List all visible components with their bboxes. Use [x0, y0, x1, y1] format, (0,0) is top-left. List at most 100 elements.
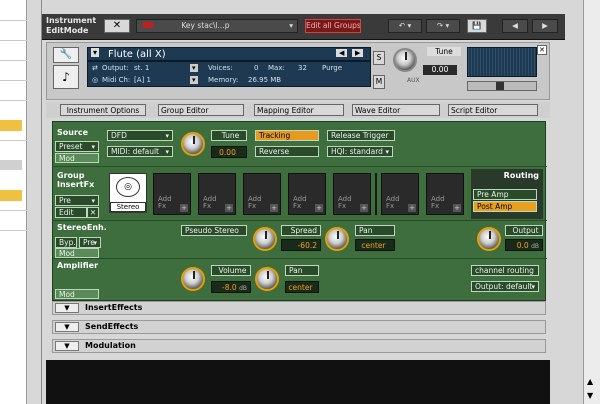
stereo-enhancer-row: StereoEnh. Byp. Pre Mod Pseudo Stereo Sp…: [53, 220, 547, 258]
stereo-pan-knob[interactable]: [325, 227, 349, 251]
output-knob[interactable]: [477, 227, 501, 251]
output-dropdown-icon[interactable]: ▾: [190, 64, 198, 72]
stereo-fx-label: Stereo: [110, 202, 146, 212]
add-fx-label: Add Fx: [338, 195, 352, 210]
amp-pan-value[interactable]: center: [285, 281, 319, 293]
fx-close-icon[interactable]: ✕: [87, 207, 99, 218]
modulation-section[interactable]: ▼ Modulation: [52, 339, 546, 353]
fx-slot-2[interactable]: Add Fx +: [153, 173, 191, 215]
amp-pan-label: Pan: [285, 265, 319, 276]
header-tune-knob[interactable]: [393, 48, 417, 72]
spread-knob[interactable]: [253, 227, 277, 251]
max-value[interactable]: 32: [298, 64, 307, 72]
spread-value[interactable]: -60.2: [281, 239, 321, 251]
fx-edit-button[interactable]: Edit: [55, 207, 87, 218]
send-effects-section[interactable]: ▼ SendEffects: [52, 320, 546, 334]
fx-slot-5[interactable]: Add Fx +: [288, 173, 326, 215]
routing-title: Routing: [503, 171, 539, 180]
next-instrument-button[interactable]: ▶: [532, 19, 558, 33]
previous-instrument-button[interactable]: ◀: [502, 19, 528, 33]
source-title: Source: [57, 128, 89, 137]
add-fx-plus-icon[interactable]: +: [225, 204, 233, 212]
preset-dropdown[interactable]: Preset: [55, 141, 99, 152]
prev-arrow-icon[interactable]: ◀: [336, 49, 348, 57]
pseudo-stereo-button[interactable]: Pseudo Stereo: [181, 225, 247, 236]
wrench-icon[interactable]: 🔧: [53, 47, 79, 63]
volume-knob[interactable]: [181, 267, 205, 291]
next-arrow-icon[interactable]: ▶: [352, 49, 364, 57]
output-default-dropdown[interactable]: Output: default: [471, 281, 539, 292]
stereo-pre-dropdown[interactable]: Pre: [79, 237, 101, 248]
mute-button[interactable]: M: [373, 75, 385, 89]
release-trigger-button[interactable]: Release Trigger: [327, 130, 395, 141]
fx-slot-7[interactable]: Add Fx +: [381, 173, 419, 215]
undo-button[interactable]: ↶ ▾: [388, 19, 422, 33]
scroll-up-icon[interactable]: ▲: [587, 377, 593, 386]
add-fx-label: Add Fx: [293, 195, 307, 210]
memory-label: Memory:: [208, 76, 239, 84]
pre-amp-button[interactable]: Pre Amp: [473, 189, 537, 200]
reverse-button[interactable]: Reverse: [255, 146, 319, 157]
header-tune-value[interactable]: 0.00: [423, 65, 457, 75]
bypass-button[interactable]: Byp.: [55, 237, 77, 248]
expand-arrow-icon[interactable]: ▼: [55, 303, 79, 313]
solo-button[interactable]: S: [373, 51, 385, 65]
midi-dropdown-icon[interactable]: ▾: [190, 76, 198, 84]
add-fx-plus-icon[interactable]: +: [453, 204, 461, 212]
scroll-down-icon[interactable]: ▼: [587, 391, 593, 400]
instrument-selector[interactable]: Key stac\l...p ▾: [136, 19, 298, 33]
insert-effects-section[interactable]: ▼ InsertEffects: [52, 301, 546, 315]
tab-group-editor[interactable]: Group Editor: [158, 104, 244, 116]
source-tune-knob[interactable]: [181, 132, 205, 156]
instrument-name-field[interactable]: ▾ Flute (all X) ◀ ▶: [87, 47, 371, 61]
volume-slider[interactable]: [467, 81, 537, 91]
fx-slot-4[interactable]: Add Fx +: [243, 173, 281, 215]
channel-routing-button[interactable]: channel routing: [471, 265, 539, 276]
add-fx-plus-icon[interactable]: +: [270, 204, 278, 212]
close-edit-button[interactable]: ✕: [104, 19, 130, 33]
volume-slider-handle[interactable]: [496, 82, 504, 90]
fx-slot-8[interactable]: Add Fx +: [426, 173, 464, 215]
redo-button[interactable]: ↷ ▾: [426, 19, 460, 33]
expand-icon[interactable]: ▾: [91, 48, 100, 57]
tab-wave-editor[interactable]: Wave Editor: [352, 104, 440, 116]
output-value[interactable]: 0.0 dB: [505, 239, 543, 251]
add-fx-plus-icon[interactable]: +: [315, 204, 323, 212]
midi-value[interactable]: [A] 1: [134, 76, 151, 84]
amp-pan-knob[interactable]: [255, 267, 279, 291]
fx-pre-dropdown[interactable]: Pre: [55, 195, 99, 206]
add-fx-label: Add Fx: [203, 195, 217, 210]
tab-mapping-editor[interactable]: Mapping Editor: [254, 104, 344, 116]
save-icon[interactable]: 💾: [467, 19, 487, 33]
source-mod-button[interactable]: Mod: [55, 153, 99, 163]
close-instrument-icon[interactable]: ✕: [537, 45, 547, 55]
tracking-button[interactable]: Tracking: [255, 130, 319, 141]
fx-slot-6[interactable]: Add Fx +: [333, 173, 371, 215]
purge-button[interactable]: Purge: [322, 64, 342, 72]
add-fx-plus-icon[interactable]: +: [408, 204, 416, 212]
dfd-dropdown[interactable]: DFD: [107, 130, 173, 141]
instrument-select-label: Key stac\l...p: [181, 21, 230, 30]
instrument-icon: ♪: [53, 65, 79, 89]
stereo-fx-slot[interactable]: ◎ Stereo: [109, 173, 147, 213]
source-tune-value[interactable]: 0.00: [211, 146, 247, 158]
midi-default-dropdown[interactable]: MIDI: default: [107, 146, 173, 157]
post-amp-button[interactable]: Post Amp: [473, 201, 537, 212]
stereo-mod-button[interactable]: Mod: [55, 248, 99, 258]
edit-all-groups-button[interactable]: Edit all Groups: [305, 19, 361, 33]
amp-mod-button[interactable]: Mod: [55, 289, 99, 299]
add-fx-plus-icon[interactable]: +: [360, 204, 368, 212]
vertical-scrollbar[interactable]: ▲ ▼: [583, 0, 600, 404]
fx-slot-3[interactable]: Add Fx +: [198, 173, 236, 215]
expand-arrow-icon[interactable]: ▼: [55, 341, 79, 351]
background-stripe: [27, 0, 42, 404]
output-value[interactable]: st. 1: [134, 64, 149, 72]
volume-value[interactable]: -8.0 dB: [211, 281, 251, 293]
tab-script-editor[interactable]: Script Editor: [448, 104, 538, 116]
tab-instrument-options[interactable]: Instrument Options: [60, 104, 146, 116]
stereo-pan-value[interactable]: center: [355, 239, 395, 251]
memory-value: 26.95 MB: [248, 76, 282, 84]
add-fx-plus-icon[interactable]: +: [180, 204, 188, 212]
hq-dropdown[interactable]: HQI: standard: [327, 146, 393, 157]
expand-arrow-icon[interactable]: ▼: [55, 322, 79, 332]
